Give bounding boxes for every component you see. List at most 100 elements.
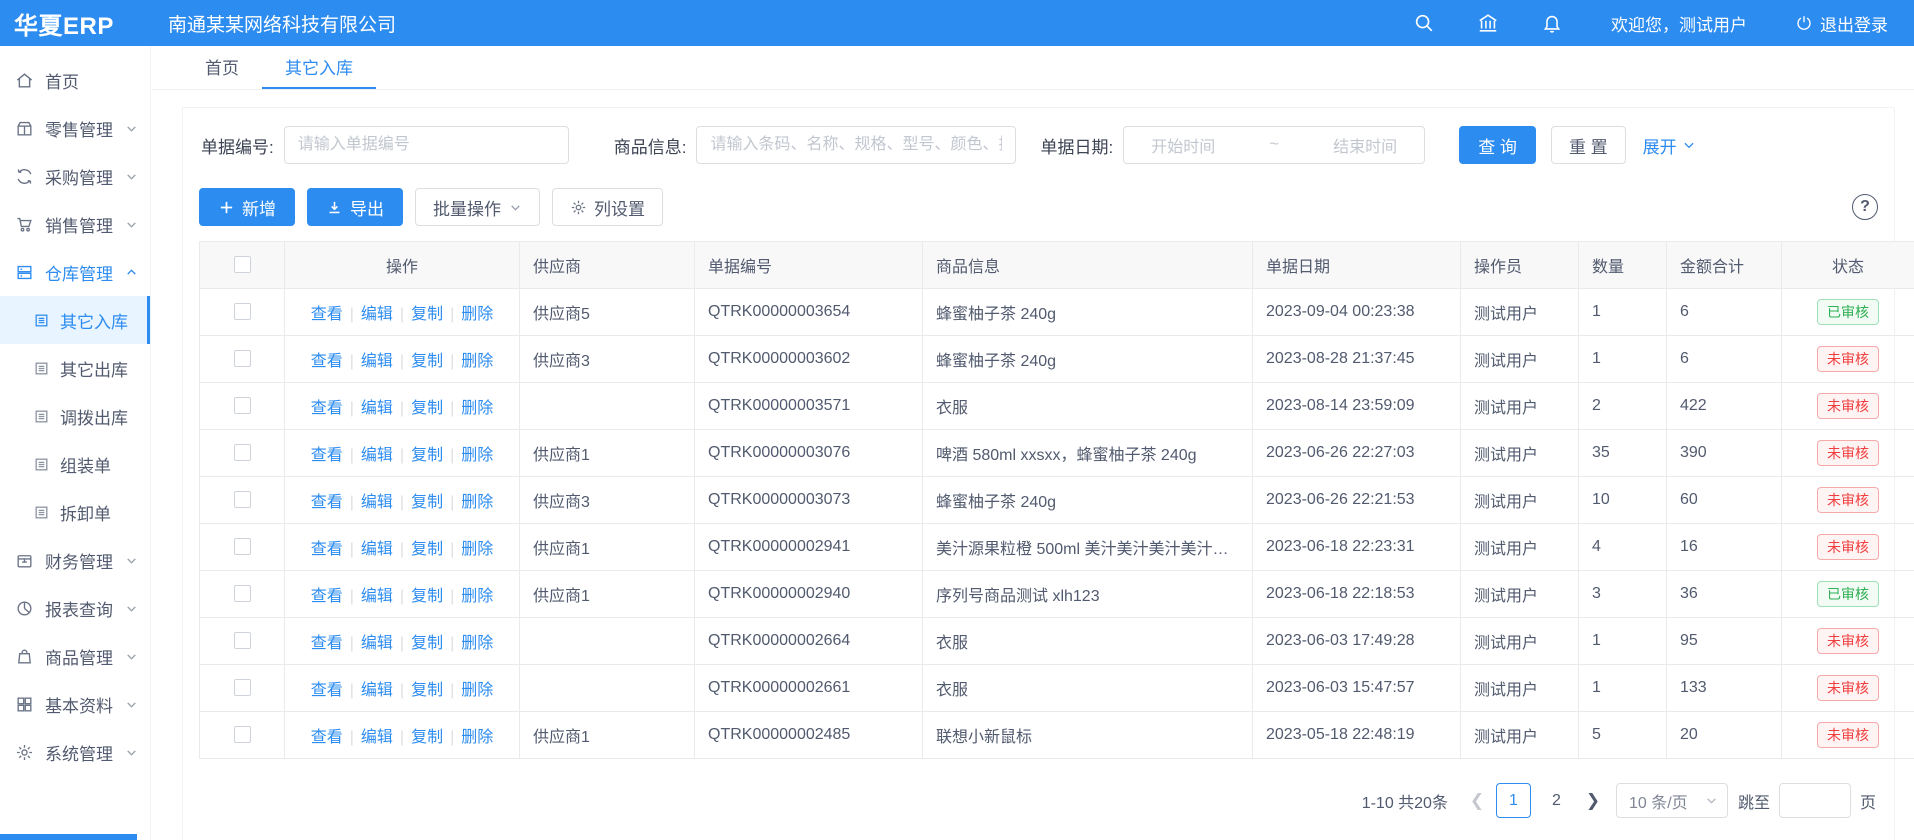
row-checkbox[interactable] <box>234 726 251 743</box>
sidebar-item-assembly[interactable]: 组装单 <box>0 440 150 488</box>
row-action-delete[interactable]: 删除 <box>461 682 493 699</box>
tab-home[interactable]: 首页 <box>182 46 262 89</box>
row-action-copy[interactable]: 复制 <box>411 353 443 370</box>
row-checkbox[interactable] <box>234 444 251 461</box>
prev-page-button[interactable]: ❮ <box>1462 784 1492 818</box>
sidebar-item-warehouse[interactable]: 仓库管理 <box>0 248 150 296</box>
row-action-delete[interactable]: 删除 <box>461 635 493 652</box>
row-action-copy[interactable]: 复制 <box>411 447 443 464</box>
row-checkbox[interactable] <box>234 350 251 367</box>
sidebar-item-home[interactable]: 首页 <box>0 56 150 104</box>
row-checkbox[interactable] <box>234 397 251 414</box>
row-action-view[interactable]: 查看 <box>311 729 343 746</box>
sidebar-item-other-outbound[interactable]: 其它出库 <box>0 344 150 392</box>
column-settings-button[interactable]: 列设置 <box>552 188 663 226</box>
row-action-edit[interactable]: 编辑 <box>361 729 393 746</box>
row-action-copy[interactable]: 复制 <box>411 400 443 417</box>
row-checkbox[interactable] <box>234 538 251 555</box>
page-size-select[interactable]: 10 条/页 <box>1616 783 1728 818</box>
row-checkbox[interactable] <box>234 632 251 649</box>
row-action-copy[interactable]: 复制 <box>411 682 443 699</box>
select-all-checkbox[interactable] <box>234 256 251 273</box>
page-button-1[interactable]: 1 <box>1496 783 1531 818</box>
sidebar-item-retail[interactable]: 零售管理 <box>0 104 150 152</box>
row-action-copy[interactable]: 复制 <box>411 635 443 652</box>
welcome-user[interactable]: 欢迎您，测试用户 <box>1611 11 1747 36</box>
row-action-edit[interactable]: 编辑 <box>361 588 393 605</box>
row-action-view[interactable]: 查看 <box>311 400 343 417</box>
row-action-delete[interactable]: 删除 <box>461 400 493 417</box>
sidebar-item-products[interactable]: 商品管理 <box>0 632 150 680</box>
date-start-placeholder[interactable]: 开始时间 <box>1151 133 1215 157</box>
sidebar-item-system[interactable]: 系统管理 <box>0 728 150 776</box>
doc-icon <box>33 456 50 473</box>
row-action-delete[interactable]: 删除 <box>461 447 493 464</box>
sidebar-item-transfer-outbound[interactable]: 调拨出库 <box>0 392 150 440</box>
row-action-delete[interactable]: 删除 <box>461 541 493 558</box>
date-end-placeholder[interactable]: 结束时间 <box>1333 133 1397 157</box>
bell-icon[interactable] <box>1541 12 1563 34</box>
row-action-edit[interactable]: 编辑 <box>361 635 393 652</box>
help-icon[interactable]: ? <box>1852 194 1878 220</box>
sidebar-item-base-data[interactable]: 基本资料 <box>0 680 150 728</box>
row-action-edit[interactable]: 编辑 <box>361 353 393 370</box>
row-action-edit[interactable]: 编辑 <box>361 447 393 464</box>
row-action-edit[interactable]: 编辑 <box>361 494 393 511</box>
bank-icon[interactable] <box>1477 12 1499 34</box>
cell-operator: 测试用户 <box>1461 477 1579 524</box>
row-checkbox[interactable] <box>234 585 251 602</box>
row-action-edit[interactable]: 编辑 <box>361 682 393 699</box>
row-action-edit[interactable]: 编辑 <box>361 306 393 323</box>
row-action-edit[interactable]: 编辑 <box>361 400 393 417</box>
row-checkbox[interactable] <box>234 303 251 320</box>
page-button-2[interactable]: 2 <box>1539 783 1574 818</box>
add-button[interactable]: 新增 <box>199 188 295 226</box>
tab-other-inbound[interactable]: 其它入库 <box>262 46 376 89</box>
product-info-input[interactable] <box>696 126 1016 164</box>
expand-link[interactable]: 展开 <box>1643 133 1696 158</box>
row-action-view[interactable]: 查看 <box>311 353 343 370</box>
bill-no-input[interactable] <box>284 126 569 164</box>
sidebar-item-disassembly[interactable]: 拆卸单 <box>0 488 150 536</box>
row-action-edit[interactable]: 编辑 <box>361 541 393 558</box>
cell-bill-no: QTRK00000002941 <box>695 524 923 571</box>
row-action-view[interactable]: 查看 <box>311 494 343 511</box>
search-icon[interactable] <box>1413 12 1435 34</box>
row-action-view[interactable]: 查看 <box>311 588 343 605</box>
row-action-view[interactable]: 查看 <box>311 635 343 652</box>
horizontal-scrollbar-thumb[interactable] <box>0 834 137 840</box>
row-action-delete[interactable]: 删除 <box>461 353 493 370</box>
row-action-view[interactable]: 查看 <box>311 541 343 558</box>
row-checkbox[interactable] <box>234 679 251 696</box>
row-action-copy[interactable]: 复制 <box>411 729 443 746</box>
jump-page-input[interactable] <box>1779 783 1851 818</box>
row-action-copy[interactable]: 复制 <box>411 306 443 323</box>
date-range-picker[interactable]: 开始时间 ~ 结束时间 <box>1123 126 1425 164</box>
reset-button[interactable]: 重 置 <box>1551 126 1626 164</box>
row-action-delete[interactable]: 删除 <box>461 729 493 746</box>
row-action-copy[interactable]: 复制 <box>411 494 443 511</box>
export-button[interactable]: 导出 <box>307 188 403 226</box>
cell-supplier <box>520 618 695 665</box>
search-button[interactable]: 查 询 <box>1459 126 1536 164</box>
cell-amount: 16 <box>1667 524 1782 571</box>
sidebar-item-other-inbound[interactable]: 其它入库 <box>0 296 150 344</box>
sidebar-item-purchase[interactable]: 采购管理 <box>0 152 150 200</box>
row-checkbox[interactable] <box>234 491 251 508</box>
row-action-delete[interactable]: 删除 <box>461 588 493 605</box>
row-action-delete[interactable]: 删除 <box>461 306 493 323</box>
sidebar-item-sales[interactable]: 销售管理 <box>0 200 150 248</box>
logout-button[interactable]: 退出登录 <box>1795 11 1888 36</box>
row-action-view[interactable]: 查看 <box>311 306 343 323</box>
next-page-button[interactable]: ❯ <box>1578 784 1608 818</box>
row-action-copy[interactable]: 复制 <box>411 541 443 558</box>
cell-bill-no: QTRK00000003654 <box>695 289 923 336</box>
sidebar-item-finance[interactable]: 财务管理 <box>0 536 150 584</box>
sidebar-item-reports[interactable]: 报表查询 <box>0 584 150 632</box>
row-action-view[interactable]: 查看 <box>311 447 343 464</box>
batch-actions-button[interactable]: 批量操作 <box>415 188 540 226</box>
row-action-delete[interactable]: 删除 <box>461 494 493 511</box>
row-action-view[interactable]: 查看 <box>311 682 343 699</box>
row-action-copy[interactable]: 复制 <box>411 588 443 605</box>
chevron-down-icon <box>125 170 138 183</box>
